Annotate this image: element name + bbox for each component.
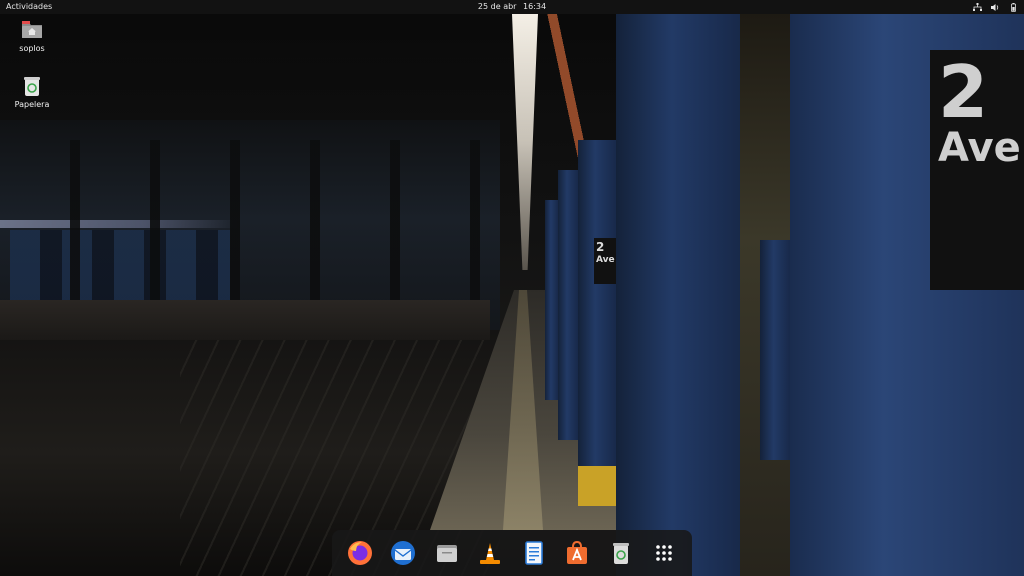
desktop-icon-home[interactable]: soplos xyxy=(4,18,60,53)
desktop-icon-label: soplos xyxy=(19,44,45,53)
dock-item-thunderbird[interactable] xyxy=(386,536,420,570)
grid-icon xyxy=(656,545,673,561)
desktop-wallpaper: 2 Ave 2 Ave xyxy=(0,0,1024,576)
dock-item-app-grid[interactable] xyxy=(647,536,681,570)
wallpaper-small-sign: 2 Ave xyxy=(594,238,616,284)
wallpaper-pillar xyxy=(578,140,616,480)
dock-item-firefox[interactable] xyxy=(343,536,377,570)
document-icon xyxy=(524,541,543,565)
wallpaper-station-sign-text: 2 Ave xyxy=(938,56,1024,168)
top-bar: Actividades 25 de abr 16:34 xyxy=(0,0,1024,14)
vlc-cone-icon xyxy=(480,543,501,564)
store-icon xyxy=(567,540,588,564)
clock-time: 16:34 xyxy=(523,2,547,11)
desktop-icon-trash[interactable]: Papelera xyxy=(4,74,60,109)
clock[interactable]: 25 de abr 16:34 xyxy=(0,2,1024,12)
battery-icon[interactable] xyxy=(1008,2,1018,12)
dock-item-files[interactable] xyxy=(430,536,464,570)
wallpaper-pillar xyxy=(545,200,558,400)
sign-text: Ave xyxy=(938,125,1021,171)
trash-icon xyxy=(612,543,629,564)
clock-date: 25 de abr xyxy=(477,2,517,11)
dock-item-trash[interactable] xyxy=(604,536,638,570)
wallpaper-ledge xyxy=(0,300,490,340)
sign-number: 2 xyxy=(938,50,989,134)
desktop-icon-label: Papelera xyxy=(14,100,50,109)
firefox-icon xyxy=(347,541,372,565)
volume-icon[interactable] xyxy=(990,2,1000,12)
wallpaper-pillar xyxy=(616,14,740,576)
wallpaper-pillar-base xyxy=(578,466,616,506)
home-folder-icon xyxy=(20,18,44,42)
wallpaper-pillar xyxy=(760,240,790,460)
small-sign-number: 2 xyxy=(596,240,605,254)
system-tray[interactable] xyxy=(972,2,1018,12)
dock xyxy=(332,530,692,576)
network-icon[interactable] xyxy=(972,2,982,12)
wallpaper-pillar xyxy=(558,170,578,440)
small-sign-text: Ave xyxy=(596,255,615,265)
dock-item-software[interactable] xyxy=(560,536,594,570)
mail-icon xyxy=(391,541,416,565)
trash-icon xyxy=(20,74,44,98)
dock-item-writer[interactable] xyxy=(517,536,551,570)
folder-icon xyxy=(436,545,457,562)
dock-item-vlc[interactable] xyxy=(473,536,507,570)
